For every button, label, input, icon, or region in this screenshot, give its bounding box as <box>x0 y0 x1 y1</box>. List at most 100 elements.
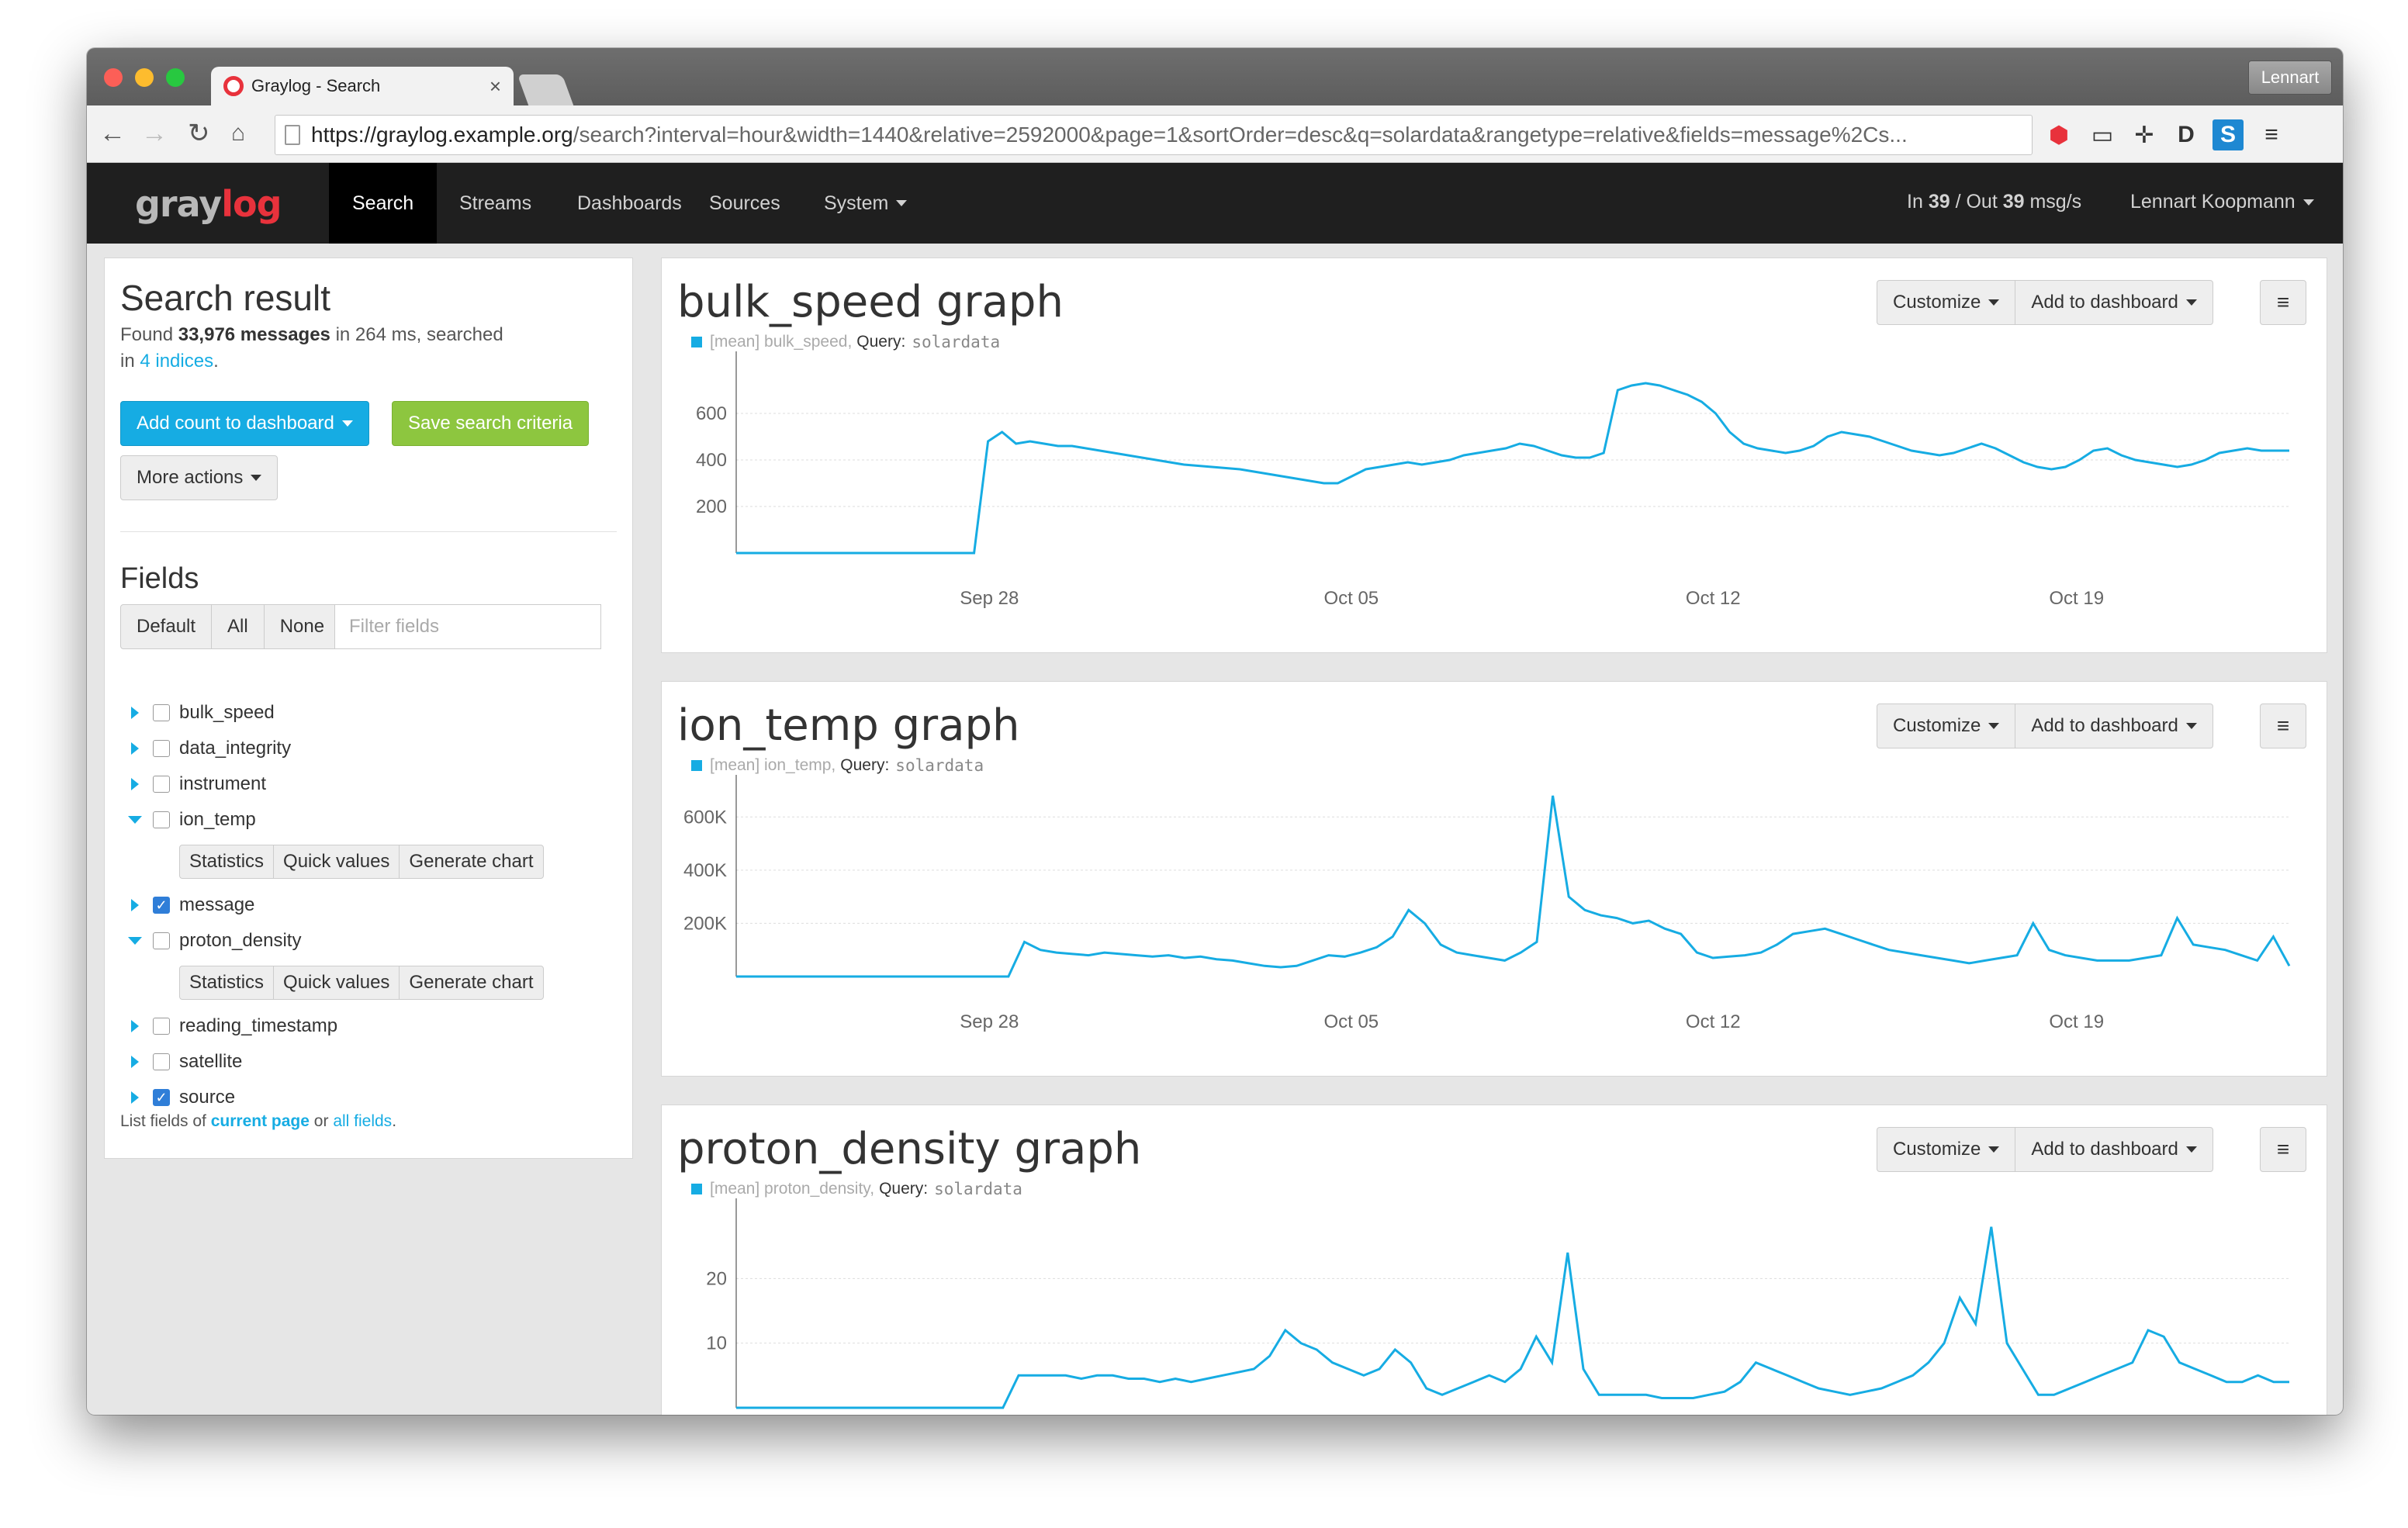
nav-sources[interactable]: Sources <box>686 163 804 244</box>
page-icon <box>285 125 300 145</box>
caret-right-icon[interactable] <box>131 742 139 755</box>
caret-right-icon[interactable] <box>131 1091 139 1104</box>
current-page-link[interactable]: current page <box>211 1112 310 1130</box>
indices-link[interactable]: 4 indices <box>140 351 213 372</box>
throughput-out: 39 <box>2002 191 2025 213</box>
field-name: instrument <box>179 773 267 794</box>
graph-chart: 10 20 <box>706 1198 2290 1409</box>
statistics-button[interactable]: Statistics <box>180 845 275 878</box>
forward-arrow-icon[interactable]: → <box>141 118 168 149</box>
field-checkbox[interactable]: ✓ <box>153 897 170 914</box>
close-tab-icon[interactable]: × <box>490 74 501 99</box>
statistics-button[interactable]: Statistics <box>180 966 275 999</box>
footer-or: or <box>313 1112 329 1130</box>
back-arrow-icon[interactable]: ← <box>99 118 126 149</box>
caret-right-icon[interactable] <box>131 1020 139 1032</box>
caret-down-icon[interactable] <box>128 816 142 824</box>
filter-fields-input[interactable]: Filter fields <box>334 604 601 649</box>
address-bar[interactable]: https://graylog.example.org/search?inter… <box>275 115 2033 155</box>
extension-d-icon[interactable]: D <box>2171 119 2202 150</box>
crosshair-icon[interactable]: ✛ <box>2129 119 2160 150</box>
x-tick-label: Sep 28 <box>960 588 1019 609</box>
field-item[interactable]: ion_temp <box>128 804 256 835</box>
graph-chart: 200 400 600 Sep 28 Oct 05 Oct 12 Oct 19 <box>696 351 2290 609</box>
cast-icon[interactable]: ▭ <box>2087 119 2118 150</box>
extension-s-icon[interactable]: S <box>2213 119 2244 150</box>
graylog-logo[interactable]: graylog <box>135 183 282 225</box>
filter-none-button[interactable]: None <box>265 605 340 648</box>
save-search-criteria-button[interactable]: Save search criteria <box>392 401 590 446</box>
field-filter-buttons: Default All None <box>120 604 341 649</box>
minimize-window-button[interactable] <box>135 68 154 87</box>
y-tick-label: 200K <box>683 913 727 934</box>
profile-badge[interactable]: Lennart <box>2248 60 2332 95</box>
new-tab-button[interactable] <box>517 74 574 105</box>
graph-chart: 200K 400K 600K Sep 28 Oct 05 Oct 12 Oct 19 <box>683 775 2291 1032</box>
found-count: 33,976 messages <box>178 324 330 345</box>
field-item[interactable]: proton_density <box>128 925 301 956</box>
graph-panel: ion_temp graph [mean] ion_temp, Query: sola… <box>661 681 2327 1077</box>
x-tick-label: Oct 05 <box>1323 1011 1379 1032</box>
home-icon[interactable]: ⌂ <box>231 118 245 149</box>
field-checkbox[interactable] <box>153 740 170 757</box>
more-actions-button[interactable]: More actions <box>120 455 279 500</box>
field-item[interactable]: satellite <box>128 1046 242 1077</box>
close-window-button[interactable] <box>104 68 123 87</box>
filter-default-button[interactable]: Default <box>121 605 213 648</box>
field-checkbox[interactable] <box>153 704 170 721</box>
field-checkbox[interactable] <box>153 932 170 949</box>
browser-tab[interactable]: Graylog - Search × <box>211 67 514 105</box>
filter-all-button[interactable]: All <box>212 605 265 648</box>
caret-right-icon[interactable] <box>131 707 139 719</box>
generate-chart-button[interactable]: Generate chart <box>400 966 542 999</box>
all-fields-link[interactable]: all fields <box>333 1112 392 1130</box>
more-actions-label: More actions <box>137 467 244 488</box>
series-line <box>736 382 2289 555</box>
field-item[interactable]: bulk_speed <box>128 697 275 728</box>
field-checkbox[interactable] <box>153 811 170 828</box>
caret-down-icon[interactable] <box>128 937 142 945</box>
quick-values-button[interactable]: Quick values <box>274 845 400 878</box>
field-item[interactable]: reading_timestamp <box>128 1011 337 1042</box>
tab-title: Graylog - Search <box>251 76 381 95</box>
series-line <box>736 795 2291 978</box>
caret-right-icon[interactable] <box>131 899 139 911</box>
y-tick-label: 10 <box>706 1333 727 1354</box>
field-name: source <box>179 1087 236 1108</box>
y-tick-label: 200 <box>696 496 727 517</box>
maximize-window-button[interactable] <box>166 68 185 87</box>
quick-values-button[interactable]: Quick values <box>274 966 400 999</box>
field-item[interactable]: ✓ message <box>128 890 254 921</box>
reload-icon[interactable]: ↻ <box>188 118 210 149</box>
field-item[interactable]: data_integrity <box>128 733 291 764</box>
field-item[interactable]: instrument <box>128 769 266 800</box>
y-tick-label: 600 <box>696 403 727 424</box>
browser-toolbar: ← → ↻ ⌂ https://graylog.example.org/sear… <box>87 105 2343 163</box>
browser-window: Graylog - Search × Lennart ← → ↻ ⌂ https… <box>87 48 2343 1415</box>
browser-tab-bar: Graylog - Search × Lennart <box>87 48 2343 105</box>
nav-streams[interactable]: Streams <box>436 163 555 244</box>
x-tick-label: Oct 12 <box>1686 588 1741 609</box>
url-host: https://graylog.example.org <box>311 123 573 147</box>
chrome-menu-icon[interactable]: ≡ <box>2256 119 2287 150</box>
field-checkbox[interactable] <box>153 1018 170 1035</box>
nav-search[interactable]: Search <box>329 163 438 244</box>
caret-right-icon[interactable] <box>131 778 139 790</box>
field-name: reading_timestamp <box>179 1015 338 1036</box>
field-checkbox[interactable] <box>153 1053 170 1070</box>
generate-chart-button[interactable]: Generate chart <box>400 845 542 878</box>
nav-system[interactable]: System <box>801 163 930 244</box>
fields-footer: List fields of current page or all field… <box>120 1108 396 1135</box>
field-checkbox[interactable] <box>153 776 170 793</box>
nav-system-label: System <box>824 192 889 214</box>
user-menu[interactable]: Lennart Koopmann <box>2130 191 2314 213</box>
nav-dashboards[interactable]: Dashboards <box>554 163 705 244</box>
graph-panel: proton_density graph [mean] proton_densit… <box>661 1105 2327 1415</box>
adblock-icon[interactable]: ⬢ <box>2043 119 2074 150</box>
field-actions: Statistics Quick values Generate chart <box>179 966 544 1000</box>
add-count-label: Add count to dashboard <box>137 413 334 434</box>
caret-right-icon[interactable] <box>131 1056 139 1068</box>
field-checkbox[interactable]: ✓ <box>153 1089 170 1106</box>
x-tick-label: Oct 19 <box>2049 1011 2104 1032</box>
add-count-to-dashboard-button[interactable]: Add count to dashboard <box>120 401 369 446</box>
